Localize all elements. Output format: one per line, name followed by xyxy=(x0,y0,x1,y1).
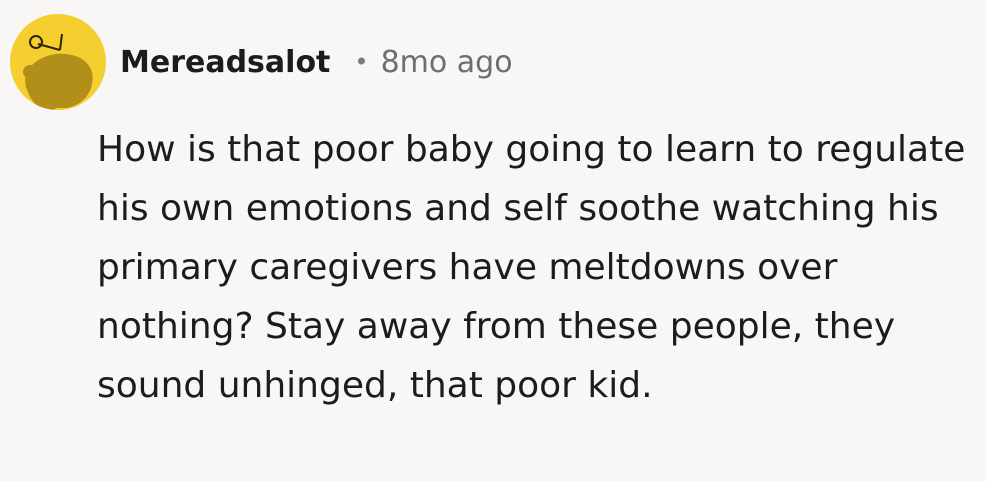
snoo-avatar-icon xyxy=(23,33,93,110)
comment-header: Mereadsalot • 8mo ago xyxy=(10,14,513,110)
comment-body: How is that poor baby going to learn to … xyxy=(97,129,966,406)
author-username[interactable]: Mereadsalot xyxy=(120,45,330,80)
comment: Mereadsalot • 8mo ago How is that poor b… xyxy=(0,0,986,481)
separator-dot: • xyxy=(354,48,369,76)
avatar[interactable] xyxy=(10,14,106,110)
timestamp: 8mo ago xyxy=(380,44,513,80)
